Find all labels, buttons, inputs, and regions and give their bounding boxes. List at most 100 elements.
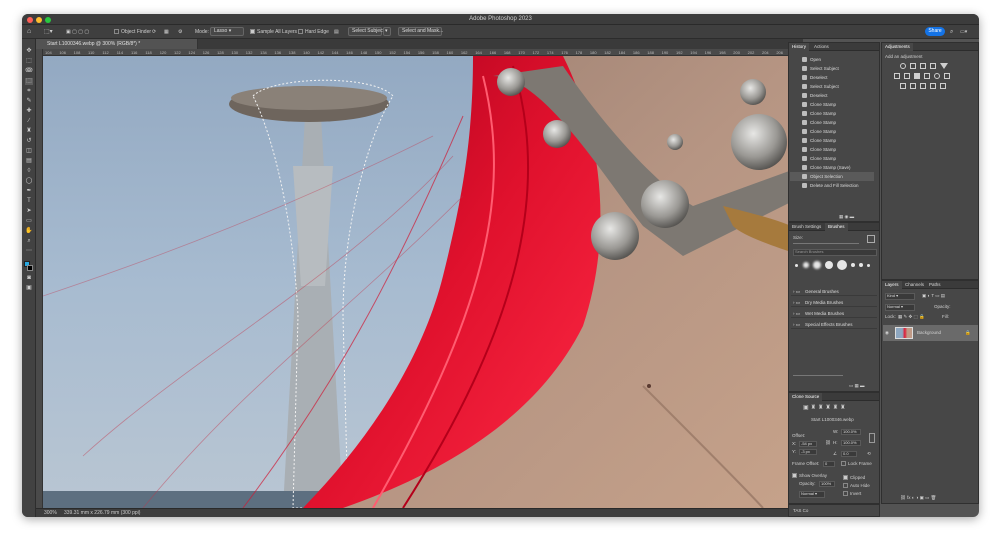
invert-adjust-icon[interactable] [900,83,906,89]
gradient-tool-icon[interactable]: ▤ [25,158,33,165]
tas-co-label[interactable]: TAS Co [793,508,808,513]
eraser-tool-icon[interactable]: ◫ [25,148,33,155]
vibrance-icon[interactable] [940,63,948,69]
share-button[interactable]: Share [925,27,945,36]
chevron-down-icon[interactable]: ▾ [383,27,391,36]
selective-color-icon[interactable] [930,83,936,89]
flip-icon[interactable] [869,433,875,443]
history-item[interactable]: Clone Stamp [790,154,874,163]
lock-icons[interactable]: ▦ ✎ ✥ ⬚ 🔒 [898,314,925,320]
layer-row-background[interactable]: ◉ Background 🔒 [883,325,978,341]
history-item[interactable]: Clone Stamp [790,100,874,109]
tab-channels[interactable]: Channels [902,281,927,289]
path-selection-icon[interactable]: ➤ [25,208,33,215]
settings-gear-icon[interactable]: ⚙ [178,28,182,36]
black-white-icon[interactable] [914,73,920,79]
rectangle-tool-icon[interactable]: ▭ [25,218,33,225]
history-item[interactable]: Open [790,55,874,64]
blur-tool-icon[interactable]: ◊ [25,168,33,175]
mode-select[interactable]: Lasso ▾ [210,27,244,36]
brush-preset[interactable] [803,262,809,268]
brush-preset[interactable] [867,264,870,267]
history-item[interactable]: Deselect [790,73,874,82]
new-selection-icon[interactable]: ▣ ▢ ▢ ▢ [66,28,89,36]
sample-all-layers-checkbox[interactable]: Sample All Layers [250,28,297,36]
selection-icon[interactable]: ▤ [334,28,339,36]
link-icon[interactable]: ⛓ [825,440,831,446]
background-color-swatch[interactable] [27,265,33,271]
lock-frame-checkbox[interactable]: Lock Frame [841,461,872,467]
brush-folder[interactable]: › ▭ Dry Media Brushes [791,298,877,307]
history-item[interactable]: Clone Stamp [790,145,874,154]
zoom-level[interactable]: 300% [44,509,57,517]
auto-hide-checkbox[interactable]: Auto Hide [843,483,870,489]
hue-saturation-icon[interactable] [894,73,900,79]
angle-field[interactable]: 0.0 [841,451,857,457]
brush-preset[interactable] [851,263,855,267]
history-brush-icon[interactable]: ↺ [25,138,33,145]
overlay-opacity-field[interactable]: 100% [819,481,835,487]
scale-h-field[interactable]: 100.0% [841,440,861,446]
history-item[interactable]: Clone Stamp [790,118,874,127]
brush-size-slider[interactable] [793,243,859,244]
reset-transform-icon[interactable]: ⟲ [867,451,871,457]
layer-filter-icons[interactable]: ▣ ◐ T ▭ ▤ [922,293,945,299]
brightness-icon[interactable] [900,63,906,69]
threshold-icon[interactable] [920,83,926,89]
brush-preview-slider[interactable] [793,375,843,376]
object-selection-tool-icon[interactable]: ⬚ [25,78,33,85]
hard-edge-checkbox[interactable]: Hard Edge [298,28,329,36]
tab-paths[interactable]: Paths [926,281,944,289]
workspace-icon[interactable]: ▭▾ [960,28,967,36]
invert-checkbox[interactable]: Invert [843,491,861,497]
move-tool-icon[interactable]: ✥ [25,48,33,55]
tab-layers[interactable]: Layers [882,281,902,289]
history-item[interactable]: Clone Stamp [790,109,874,118]
document-tab[interactable]: Start L1000346.webp @ 300% (RGB/8*) * [43,39,198,49]
quick-mask-icon[interactable]: ◙ [25,275,33,282]
brush-preset[interactable] [825,261,833,269]
history-item[interactable]: Object Selection [790,172,874,181]
zoom-tool-icon[interactable]: ⌕ [25,238,33,245]
clipped-checkbox[interactable]: Clipped [843,475,865,481]
brush-tool-icon[interactable]: ∕ [25,118,33,125]
home-icon[interactable]: ⌂ [27,28,31,36]
exposure-icon[interactable] [930,63,936,69]
curves-icon[interactable] [920,63,926,69]
brush-folder[interactable]: › ▭ General Brushes [791,287,877,296]
show-overlay-checkbox[interactable]: Show Overlay [792,473,827,479]
history-item[interactable]: Delete and Fill Selection [790,181,874,190]
tab-adjustments[interactable]: Adjustments [882,43,913,51]
offset-y-field[interactable]: -3 px [799,449,817,455]
tab-clone-source[interactable]: Clone Source [789,393,823,401]
document-canvas[interactable] [43,56,803,508]
scale-w-field[interactable]: 100.0% [841,429,861,435]
layer-filter-kind[interactable]: Kind ▾ [885,293,915,300]
lasso-tool-icon[interactable]: ↂ [25,68,33,75]
show-objects-icon[interactable]: ▦ [164,28,169,36]
levels-icon[interactable] [910,63,916,69]
frame-offset-field[interactable]: 0 [823,461,835,467]
object-selection-tool-icon[interactable]: ⬚▾ [44,28,53,36]
clone-source-slot-icons[interactable]: ▣♜♜♜♜♜ [803,404,848,411]
history-item[interactable]: Clone Stamp [790,136,874,145]
select-subject-button[interactable]: Select Subject [348,27,384,36]
overlay-blend-select[interactable]: Normal ▾ [799,491,825,498]
gradient-map-icon[interactable] [940,83,946,89]
more-tools-icon[interactable]: ⋯ [25,248,33,255]
layers-footer-icons[interactable]: ⛓ fx ◐ ◑ ▣ ▭ 🗑 [900,495,936,501]
posterize-icon[interactable] [910,83,916,89]
history-item[interactable]: Select Subject [790,82,874,91]
layer-blend-mode-select[interactable]: Normal ▾ [885,304,915,311]
tab-brush-settings[interactable]: Brush Settings [789,223,824,231]
select-and-mask-button[interactable]: Select and Mask... [398,27,443,36]
tab-brushes[interactable]: Brushes [825,223,848,231]
tab-history[interactable]: History [789,43,810,51]
pen-tool-icon[interactable]: ✒ [25,188,33,195]
crop-tool-icon[interactable]: ⌗ [25,88,33,95]
clone-stamp-icon[interactable]: ♜ [25,128,33,135]
history-item[interactable]: Select Subject [790,64,874,73]
tab-actions[interactable]: Actions [811,43,832,51]
search-icon[interactable]: ⌕ [950,28,953,36]
marquee-tool-icon[interactable]: ⬚ [25,58,33,65]
